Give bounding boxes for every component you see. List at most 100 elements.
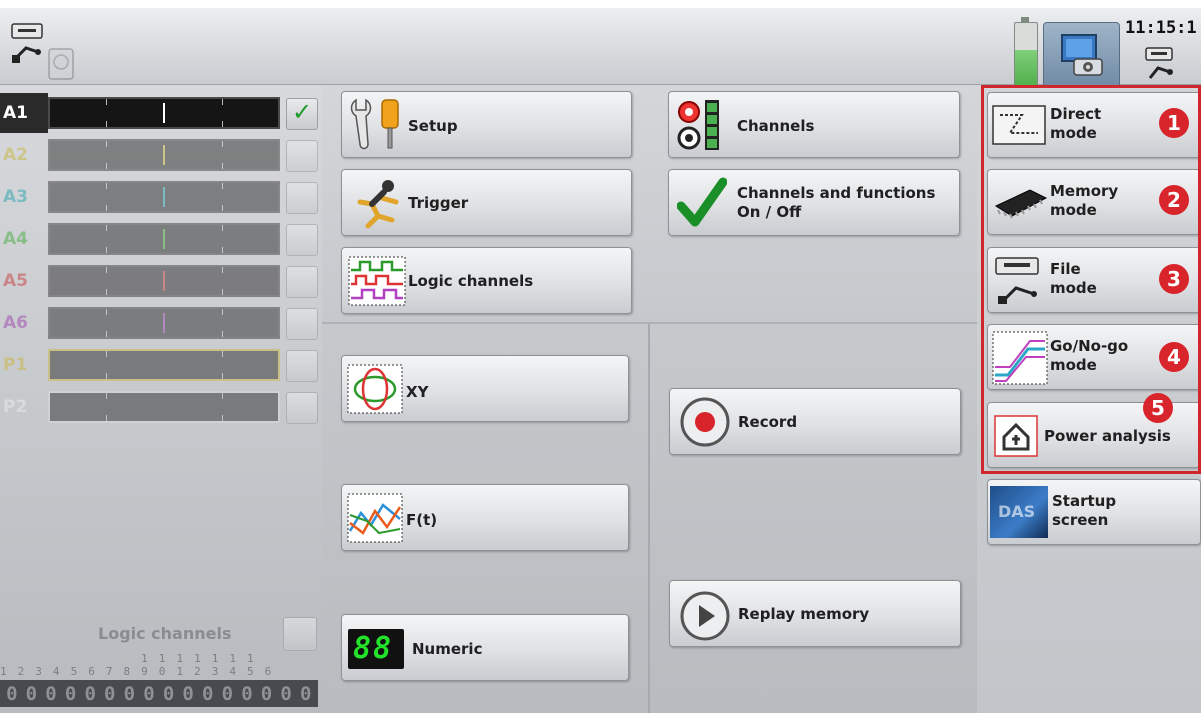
runner-icon (350, 176, 406, 235)
channel-row-a3[interactable]: A3 (0, 177, 322, 217)
channel-enable-checkbox[interactable]: ✓ (286, 98, 318, 130)
time-plot-icon (347, 493, 403, 547)
channel-enable-checkbox[interactable] (286, 140, 318, 172)
logic-channels-button[interactable]: Logic channels (341, 247, 632, 314)
ft-button[interactable]: F(t) (341, 484, 629, 551)
usb-drive-icon (994, 256, 1048, 310)
channel-row-a6[interactable]: A6 (0, 303, 322, 343)
go-no-go-icon (992, 331, 1048, 389)
logic-bit: 0 (84, 682, 96, 705)
channel-label: A2 (3, 145, 28, 165)
acquisition-main-screen: 11:15:1 A1 ✓ A2 A3 A4 A5 A6 P1 P2 Logic … (0, 0, 1201, 713)
channels-label: Channels (737, 117, 815, 135)
xy-button[interactable]: XY (341, 355, 629, 422)
logic-channel-numbers-tens: 1 1 1 1 1 1 1 (0, 652, 256, 665)
channel-label: A1 (0, 93, 48, 133)
logic-bit: 0 (64, 682, 77, 705)
channel-trace-strip (48, 391, 280, 423)
setup-button[interactable]: Setup (341, 91, 632, 158)
logic-channels-checkbox[interactable] (283, 617, 317, 651)
direct-mode-icon (992, 105, 1046, 149)
channel-label: A6 (3, 313, 28, 333)
direct-mode-label: Direct mode (1050, 105, 1102, 142)
channel-enable-checkbox[interactable] (286, 350, 318, 382)
channel-trace-strip (48, 265, 280, 297)
channel-label: P1 (3, 355, 28, 375)
trigger-label: Trigger (408, 194, 469, 212)
channel-label: A4 (3, 229, 28, 249)
channel-enable-checkbox[interactable] (286, 392, 318, 424)
logic-bit: 0 (260, 682, 273, 705)
mode-badge: 5 (1143, 393, 1173, 423)
logic-bit: 0 (123, 682, 136, 705)
checkmark-icon: ✓ (292, 98, 313, 126)
mode-badge: 3 (1159, 264, 1189, 294)
battery-icon (1014, 17, 1038, 88)
record-label: Record (738, 413, 798, 431)
channel-row-p1[interactable]: P1 (0, 345, 322, 385)
power-analysis-icon (994, 415, 1038, 461)
xy-label: XY (406, 383, 429, 401)
logic-channels-button-label: Logic channels (408, 272, 534, 290)
record-icon (678, 395, 732, 453)
hard-disk-icon (48, 48, 74, 84)
channel-row-a4[interactable]: A4 (0, 219, 322, 259)
mode-badge: 4 (1159, 342, 1189, 372)
logic-bit: 0 (221, 682, 234, 705)
setup-label: Setup (408, 117, 458, 135)
ft-label: F(t) (406, 511, 438, 529)
startup-screen-button[interactable]: DAS Startup screen (987, 479, 1201, 545)
go-no-go-mode-label: Go/No-go mode (1050, 337, 1129, 374)
channel-row-p2[interactable]: P2 (0, 387, 322, 427)
logic-bit: 0 (45, 682, 57, 705)
channel-trace-strip (48, 223, 280, 255)
logic-bit: 0 (280, 682, 292, 705)
channels-button[interactable]: Channels (668, 91, 960, 158)
channel-label: P2 (3, 397, 28, 417)
numeric-button[interactable]: 88 Numeric (341, 614, 629, 681)
channel-row-a1[interactable]: A1 ✓ (0, 93, 322, 133)
logic-bit: 0 (241, 682, 253, 705)
checkmark-icon (676, 176, 728, 235)
status-bar: 11:15:1 (0, 8, 1201, 89)
logic-bit: 0 (143, 682, 155, 705)
logic-bit: 0 (25, 682, 38, 705)
replay-memory-button[interactable]: Replay memory (669, 580, 961, 647)
record-button[interactable]: Record (669, 388, 961, 455)
screenshot-button[interactable] (1043, 22, 1120, 89)
play-icon (678, 589, 732, 646)
logic-channel-numbers: 1 2 3 4 5 6 7 8 9 0 1 2 3 4 5 6 (0, 665, 274, 678)
channel-row-a5[interactable]: A5 (0, 261, 322, 301)
power-analysis-label: Power analysis (1044, 427, 1171, 445)
mode-badge: 2 (1159, 185, 1189, 215)
channel-trace-strip (48, 97, 280, 129)
tools-icon (346, 96, 408, 157)
usb-drive-icon[interactable] (10, 22, 44, 70)
channel-trace-strip (48, 307, 280, 339)
logic-bit: 0 (202, 682, 214, 705)
channel-trace-strip (48, 181, 280, 213)
logic-channels-label: Logic channels (98, 624, 232, 643)
logic-waveform-icon (348, 256, 406, 310)
file-mode-label: File mode (1050, 260, 1097, 297)
channel-enable-checkbox[interactable] (286, 308, 318, 340)
logic-bit: 0 (104, 682, 116, 705)
xy-plot-icon (347, 364, 403, 418)
usb-drive-icon[interactable] (1144, 46, 1178, 86)
startup-screen-label: Startup screen (1052, 492, 1117, 529)
replay-memory-label: Replay memory (738, 605, 870, 623)
memory-chip-icon (990, 184, 1050, 226)
logic-bit-display: 0 0 0 0 0 0 0 0 0 0 0 0 0 0 0 0 (0, 680, 318, 707)
logic-bit: 0 (162, 682, 175, 705)
channels-icon (673, 96, 733, 157)
channel-row-a2[interactable]: A2 (0, 135, 322, 175)
channel-enable-checkbox[interactable] (286, 266, 318, 298)
channel-enable-checkbox[interactable] (286, 224, 318, 256)
channel-panel: A1 ✓ A2 A3 A4 A5 A6 P1 P2 Logic channels… (0, 85, 322, 713)
channels-functions-button[interactable]: Channels and functions On / Off (668, 169, 960, 236)
trigger-button[interactable]: Trigger (341, 169, 632, 236)
channels-functions-label: Channels and functions On / Off (737, 184, 936, 221)
channel-enable-checkbox[interactable] (286, 182, 318, 214)
logic-bit: 0 (182, 682, 194, 705)
startup-logo-text: DAS (998, 502, 1036, 521)
